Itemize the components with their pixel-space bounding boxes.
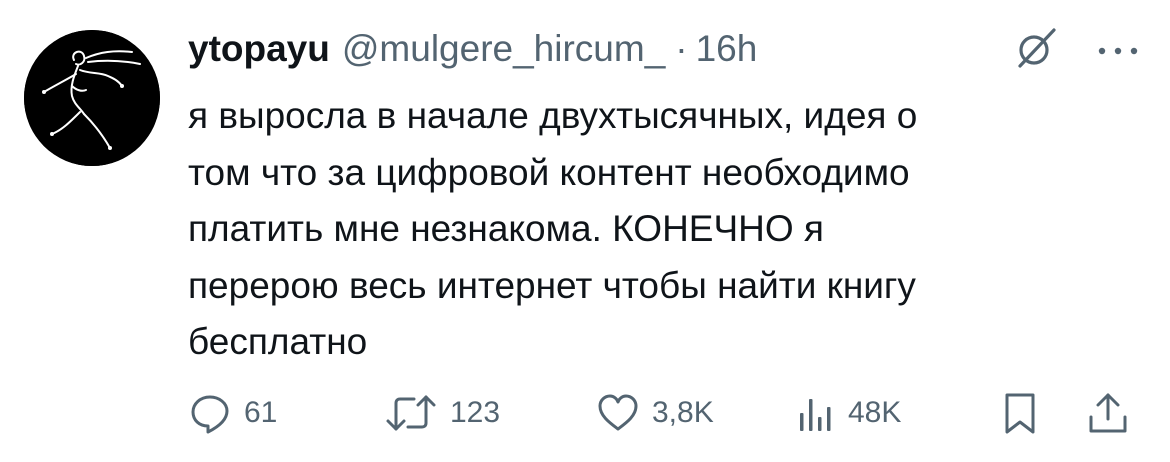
bookmark-button[interactable]	[1000, 388, 1040, 438]
share-icon	[1089, 393, 1127, 433]
views-button[interactable]: 48K	[796, 388, 901, 438]
views-icon	[800, 399, 831, 431]
display-name[interactable]: ytopayu	[188, 28, 330, 70]
bookmark-icon	[1005, 393, 1035, 434]
avatar-illustration	[24, 30, 160, 166]
tweet-text: я выросла в начале двухтысячных, идея о …	[188, 95, 918, 363]
like-count: 3,8K	[652, 396, 714, 429]
views-count: 48K	[848, 396, 902, 429]
retweet-button[interactable]: 123	[384, 388, 500, 438]
reply-button[interactable]: 61	[188, 388, 277, 438]
reply-count: 61	[244, 396, 278, 429]
grok-icon[interactable]	[1014, 26, 1058, 70]
reply-icon	[191, 395, 229, 434]
tweet[interactable]: ytopayu @mulgere_hircum_ · 16h я выросла…	[0, 0, 1170, 462]
separator-dot: ·	[675, 28, 688, 69]
more-icon[interactable]	[1096, 44, 1140, 56]
like-icon	[598, 394, 638, 431]
like-button[interactable]: 3,8K	[596, 388, 714, 438]
avatar[interactable]	[24, 30, 160, 166]
timestamp[interactable]: 16h	[696, 28, 758, 70]
retweet-icon	[386, 395, 436, 431]
action-bar: 61 123 3,8K 48K	[188, 388, 1138, 438]
user-handle[interactable]: @mulgere_hircum_	[342, 28, 665, 70]
tweet-header: ytopayu @mulgere_hircum_ · 16h	[188, 24, 757, 74]
retweet-count: 123	[450, 396, 501, 429]
share-button[interactable]	[1086, 388, 1130, 438]
